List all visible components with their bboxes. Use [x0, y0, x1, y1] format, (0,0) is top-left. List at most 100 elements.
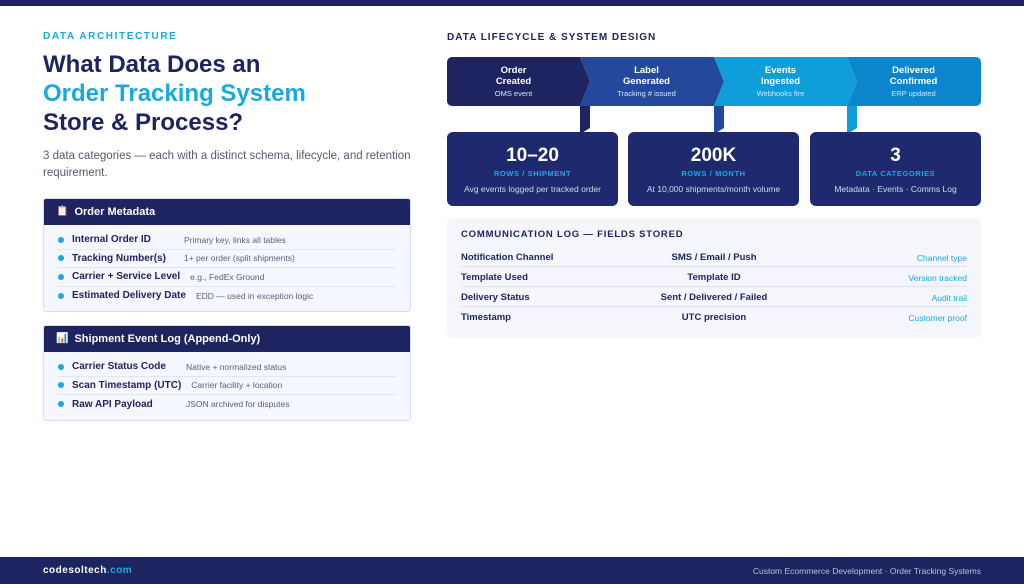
- stat-caption: Avg events logged per tracked order: [464, 184, 601, 194]
- field-description: EDD — used in exception logic: [195, 290, 314, 301]
- table-row: Template Used Template ID Version tracke…: [461, 267, 967, 287]
- step-title: Events Ingested: [714, 65, 847, 87]
- table-row: Timestamp UTC precision Customer proof: [461, 307, 967, 327]
- bullet-icon: [58, 236, 64, 243]
- step-title-line: Confirmed: [889, 76, 938, 87]
- footer-bar: codesoltech.com Custom Ecommerce Develop…: [0, 557, 1024, 584]
- connector-tab: [847, 106, 857, 134]
- field-label: Internal Order ID: [72, 234, 151, 246]
- stat-caption: At 10,000 shipments/month volume: [646, 184, 781, 194]
- step-title-line: Created: [495, 76, 532, 87]
- order-metadata-card: 📋 Order Metadata Internal Order ID Prima…: [43, 198, 411, 312]
- table-row: Notification Channel SMS / Email / Push …: [461, 247, 967, 267]
- order-metadata-header: 📋 Order Metadata: [44, 199, 410, 225]
- page-title: What Data Does an Order Tracking System …: [43, 50, 423, 137]
- step-subtitle: ERP updated: [891, 89, 936, 98]
- title-line-2: Order Tracking System: [43, 80, 306, 107]
- bullet-icon: [58, 382, 64, 389]
- field-note: Customer proof: [908, 313, 967, 323]
- field-note: Version tracked: [908, 273, 967, 283]
- list-item: Tracking Number(s) 1+ per order (split s…: [58, 250, 396, 268]
- step-events-ingested: Events Ingested Webhooks fire: [714, 57, 847, 106]
- bullet-icon: [58, 363, 64, 370]
- shipment-event-log-card: 📊 Shipment Event Log (Append-Only) Carri…: [43, 325, 411, 421]
- connector-tab: [580, 106, 590, 134]
- top-accent-bar: [0, 0, 1024, 6]
- field-value: UTC precision: [681, 312, 747, 323]
- pipeline-connectors: [580, 106, 857, 134]
- field-value: Sent / Delivered / Failed: [660, 292, 768, 303]
- field-value: Template ID: [687, 272, 741, 283]
- step-title: Label Generated: [580, 65, 713, 87]
- stat-value: 10–20: [506, 145, 559, 166]
- step-title-line: Ingested: [760, 76, 801, 87]
- brand-name: codesoltech: [43, 565, 107, 576]
- step-order-created: Order Created OMS event: [447, 57, 580, 106]
- page-subtitle: 3 data categories — each with a distinct…: [43, 150, 411, 179]
- title-line-1: What Data Does an: [43, 51, 261, 78]
- footer-brand: codesoltech.com: [43, 565, 132, 576]
- stat-value: 200K: [690, 145, 737, 166]
- step-title-line: Events: [764, 65, 797, 76]
- step-label-generated: Label Generated Tracking # issued: [580, 57, 713, 106]
- step-delivered-confirmed: Delivered Confirmed ERP updated: [847, 57, 980, 106]
- list-item: Internal Order ID Primary key, links all…: [58, 231, 396, 250]
- left-eyebrow: DATA ARCHITECTURE: [43, 31, 178, 42]
- title-line-3: Store & Process?: [43, 109, 244, 136]
- step-title: Order Created: [447, 65, 580, 87]
- field-note: Channel type: [916, 253, 967, 263]
- lifecycle-pipeline: Order Created OMS event Label Generated …: [447, 57, 981, 106]
- bullet-icon: [58, 273, 64, 280]
- bullet-icon: [58, 292, 64, 299]
- stat-unit: DATA CATEGORIES: [855, 169, 936, 178]
- step-title-line: Label: [634, 65, 659, 76]
- field-label: Carrier + Service Level: [72, 271, 181, 283]
- list-item: Raw API Payload JSON archived for disput…: [58, 395, 396, 414]
- field-value: SMS / Email / Push: [671, 252, 757, 263]
- clipboard-icon: 📋: [56, 206, 69, 217]
- table-row: Delivery Status Sent / Delivered / Faile…: [461, 287, 967, 307]
- bullet-icon: [58, 401, 64, 408]
- shipment-log-list: Carrier Status Code Native + normalized …: [44, 352, 410, 420]
- order-metadata-heading: Order Metadata: [74, 206, 156, 218]
- stat-unit: ROWS / MONTH: [681, 169, 746, 178]
- field-label: Tracking Number(s): [72, 252, 166, 264]
- stat-value: 3: [890, 145, 901, 166]
- field-note: Audit trail: [931, 293, 967, 303]
- field-description: Native + normalized status: [186, 361, 287, 372]
- step-subtitle: Webhooks fire: [756, 89, 805, 98]
- field-label: Raw API Payload: [72, 398, 153, 410]
- order-metadata-list: Internal Order ID Primary key, links all…: [44, 225, 410, 311]
- stat-unit: ROWS / SHIPMENT: [493, 169, 572, 178]
- field-description: JSON archived for disputes: [186, 399, 290, 410]
- list-item: Carrier + Service Level e.g., FedEx Grou…: [58, 268, 396, 287]
- communication-log-panel: COMMUNICATION LOG — FIELDS STORED Notifi…: [447, 218, 981, 338]
- stat-card-rows-per-month: 200K ROWS / MONTH At 10,000 shipments/mo…: [628, 132, 799, 206]
- communication-log-title: COMMUNICATION LOG — FIELDS STORED: [461, 229, 684, 240]
- bullet-icon: [58, 255, 64, 262]
- stat-card-data-categories: 3 DATA CATEGORIES Metadata · Events · Co…: [810, 132, 981, 206]
- brand-domain: .com: [106, 565, 133, 576]
- field-label: Estimated Delivery Date: [72, 290, 186, 302]
- field-description: 1+ per order (split shipments): [184, 253, 295, 264]
- list-item: Carrier Status Code Native + normalized …: [58, 358, 396, 377]
- step-title-line: Generated: [623, 76, 670, 87]
- field-description: Primary key, links all tables: [184, 234, 286, 245]
- stat-caption: Metadata · Events · Comms Log: [834, 184, 957, 194]
- list-item: Scan Timestamp (UTC) Carrier facility + …: [58, 377, 396, 395]
- field-label: Carrier Status Code: [72, 361, 166, 373]
- field-description: e.g., FedEx Ground: [190, 271, 265, 282]
- shipment-log-header: 📊 Shipment Event Log (Append-Only): [44, 326, 410, 352]
- field-label: Scan Timestamp (UTC): [72, 379, 182, 391]
- shipment-log-heading: Shipment Event Log (Append-Only): [74, 333, 261, 345]
- step-title-line: Order: [500, 65, 527, 76]
- stat-card-rows-per-shipment: 10–20 ROWS / SHIPMENT Avg events logged …: [447, 132, 618, 206]
- step-title-line: Delivered: [892, 65, 935, 76]
- footer-tagline: Custom Ecommerce Development · Order Tra…: [752, 566, 981, 576]
- list-item: Estimated Delivery Date EDD — used in ex…: [58, 287, 396, 306]
- field-description: Carrier facility + location: [191, 380, 283, 391]
- lifecycle-heading: DATA LIFECYCLE & SYSTEM DESIGN: [447, 32, 657, 43]
- connector-tab: [714, 106, 724, 134]
- step-subtitle: OMS event: [494, 89, 533, 98]
- step-title: Delivered Confirmed: [847, 65, 980, 87]
